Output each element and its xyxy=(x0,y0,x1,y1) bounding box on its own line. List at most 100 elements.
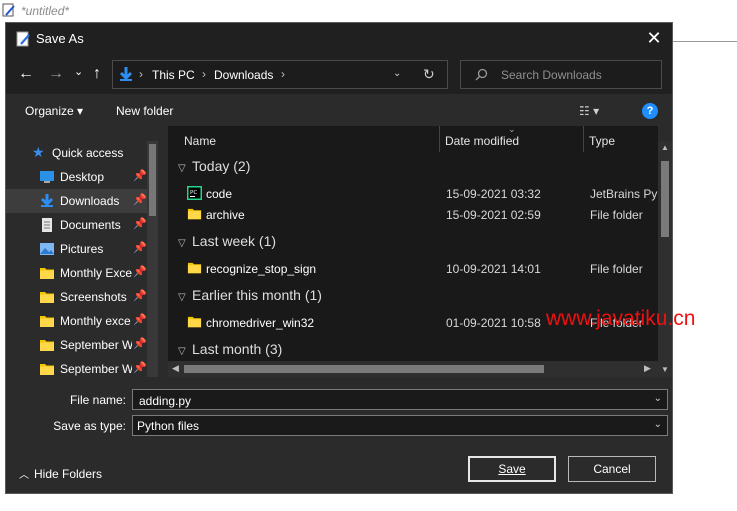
group-label: Last week (1) xyxy=(192,233,277,249)
dialog-titlebar: Save As ✕ xyxy=(6,23,672,54)
folder-icon xyxy=(187,315,202,329)
pin-icon[interactable]: 📌 xyxy=(133,169,147,182)
search-input[interactable] xyxy=(499,66,661,84)
sidebar-item-label: Monthly Exce xyxy=(60,266,132,280)
pin-icon[interactable]: 📌 xyxy=(133,265,147,278)
file-name-combobox[interactable]: ⌄ xyxy=(132,389,668,410)
pin-icon[interactable]: 📌 xyxy=(133,361,147,374)
file-type: JetBrains PyC xyxy=(590,187,658,201)
sidebar-item-label: Quick access xyxy=(52,146,124,160)
command-toolbar: Organize ▾ New folder ☷ ▾ xyxy=(6,94,672,126)
address-dropdown-icon[interactable]: ⌄ xyxy=(393,68,401,79)
file-row[interactable]: PC code 15-09-2021 03:32 JetBrains PyC xyxy=(168,183,658,204)
file-date-modified: 15-09-2021 02:59 xyxy=(446,208,541,222)
sidebar-item[interactable]: Screenshots 📌 xyxy=(6,285,154,309)
file-row[interactable]: recognize_stop_sign 10-09-2021 14:01 File … xyxy=(168,258,658,279)
file-name: code xyxy=(206,187,233,201)
pin-icon[interactable]: 📌 xyxy=(133,241,147,254)
sidebar-item-label: Pictures xyxy=(60,242,104,256)
back-button[interactable]: ← xyxy=(18,66,34,82)
folder-icon xyxy=(40,364,54,375)
pin-icon[interactable]: 📌 xyxy=(133,289,147,302)
file-row[interactable]: archive 15-09-2021 02:59 File folder xyxy=(168,204,658,225)
group-header[interactable]: ▽ Last week (1) xyxy=(178,233,276,249)
sidebar-item-label: Documents xyxy=(60,218,121,232)
chevron-up-icon: ︿ xyxy=(19,470,29,481)
address-bar[interactable]: › This PC › Downloads › ⌄ ↻ xyxy=(112,60,448,89)
new-folder-button[interactable]: New folder xyxy=(116,104,173,118)
file-name-input[interactable] xyxy=(137,392,641,409)
scroll-right-icon[interactable]: ▶ xyxy=(644,363,651,374)
sidebar-item[interactable]: Downloads 📌 xyxy=(6,189,154,213)
chevron-down-icon[interactable]: ⌄ xyxy=(654,393,662,404)
breadcrumb-this-pc[interactable]: This PC xyxy=(152,68,195,82)
up-button[interactable]: ↑ xyxy=(93,66,101,82)
background-window-title: *untitled* xyxy=(21,4,70,18)
forward-button[interactable]: → xyxy=(48,66,64,82)
breadcrumb-separator: › xyxy=(202,67,206,81)
sidebar-item-label: September W xyxy=(60,338,132,352)
sort-indicator-icon: ⌄ xyxy=(508,126,516,134)
scroll-down-icon[interactable]: ▼ xyxy=(661,365,669,374)
group-header[interactable]: ▽ Last month (3) xyxy=(178,341,282,357)
hide-folders-button[interactable]: ︿ Hide Folders xyxy=(19,466,102,481)
sidebar-item[interactable]: September W 📌 xyxy=(6,357,154,377)
file-date-modified: 15-09-2021 03:32 xyxy=(446,187,541,201)
scrollbar-thumb[interactable] xyxy=(661,161,669,237)
view-options-button[interactable]: ☷ ▾ xyxy=(579,104,599,118)
scroll-left-icon[interactable]: ◀ xyxy=(172,363,179,374)
file-name: chromedriver_win32 xyxy=(206,316,315,330)
file-name: recognize_stop_sign xyxy=(206,262,317,276)
folder-icon xyxy=(39,362,55,376)
hide-folders-label: Hide Folders xyxy=(34,467,103,481)
help-button[interactable]: ? xyxy=(642,103,658,119)
group-label: Earlier this month (1) xyxy=(192,287,322,303)
navigation-pane-scrollbar[interactable] xyxy=(147,141,158,377)
desktop-icon xyxy=(40,171,54,183)
sidebar-item-label: Desktop xyxy=(60,170,105,184)
sidebar-item-quick-access[interactable]: ★ Quick access xyxy=(6,141,154,165)
folder-icon xyxy=(40,340,54,351)
sidebar-item[interactable]: Desktop 📌 xyxy=(6,165,154,189)
refresh-icon[interactable]: ↻ xyxy=(423,66,435,83)
svg-text:PC: PC xyxy=(190,190,197,196)
column-divider[interactable] xyxy=(583,126,584,152)
downloads-icon xyxy=(40,194,54,207)
pin-icon[interactable]: 📌 xyxy=(133,337,147,350)
close-button[interactable]: ✕ xyxy=(636,23,672,54)
pin-icon[interactable]: 📌 xyxy=(133,193,147,206)
recent-locations-button[interactable]: ⌄ xyxy=(74,64,83,80)
organize-button[interactable]: Organize ▾ xyxy=(25,104,83,118)
column-header-type[interactable]: Type xyxy=(589,134,615,148)
scrollbar-thumb[interactable] xyxy=(184,365,544,373)
file-list-vertical-scrollbar[interactable]: ▲ ▼ xyxy=(658,141,672,377)
documents-icon xyxy=(42,218,52,232)
column-divider[interactable] xyxy=(439,126,440,152)
search-box[interactable] xyxy=(460,60,662,89)
sidebar-item[interactable]: Documents 📌 xyxy=(6,213,154,237)
breadcrumb-downloads[interactable]: Downloads xyxy=(214,68,273,82)
sidebar-item[interactable]: Monthly exce 📌 xyxy=(6,309,154,333)
sidebar-item[interactable]: September W 📌 xyxy=(6,333,154,357)
scrollbar-thumb[interactable] xyxy=(149,144,156,216)
file-date-modified: 10-09-2021 14:01 xyxy=(446,262,541,276)
group-header[interactable]: ▽ Today (2) xyxy=(178,158,250,174)
column-header-name[interactable]: Name xyxy=(184,134,216,148)
scroll-up-icon[interactable]: ▲ xyxy=(661,143,669,152)
file-list-horizontal-scrollbar[interactable]: ◀ ▶ xyxy=(168,361,658,377)
navigation-bar: ← → ⌄ ↑ › This PC › Downloads › ⌄ ↻ xyxy=(6,54,672,94)
pin-icon[interactable]: 📌 xyxy=(133,217,147,230)
sidebar-item[interactable]: Monthly Exce 📌 xyxy=(6,261,154,285)
cancel-button[interactable]: Cancel xyxy=(568,456,656,482)
sidebar-item[interactable]: Pictures 📌 xyxy=(6,237,154,261)
column-header-date-modified[interactable]: Date modified xyxy=(445,134,519,148)
save-as-type-value: Python files xyxy=(137,419,200,433)
group-header[interactable]: ▽ Earlier this month (1) xyxy=(178,287,322,303)
chevron-down-icon: ▽ xyxy=(178,163,186,174)
folder-icon xyxy=(187,208,202,220)
sidebar-item-label: September W xyxy=(60,362,132,376)
save-as-type-select[interactable]: Python files ⌄ xyxy=(132,415,668,436)
save-button[interactable]: Save xyxy=(468,456,556,482)
chevron-down-icon: ▽ xyxy=(178,238,186,249)
pin-icon[interactable]: 📌 xyxy=(133,313,147,326)
